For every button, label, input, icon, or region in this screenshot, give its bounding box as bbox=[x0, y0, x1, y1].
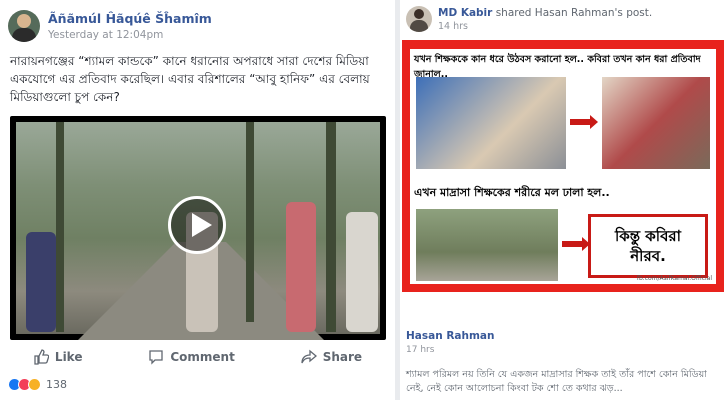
share-timestamp[interactable]: 14 hrs bbox=[438, 21, 652, 32]
sharer-name[interactable]: MD Kabir bbox=[438, 7, 492, 19]
video-player[interactable] bbox=[10, 116, 386, 340]
poster-caption-middle: এখন মাদ্রাসা শিক্ষকের শরীরে মল ঢালা হল.. bbox=[414, 186, 610, 199]
share-icon bbox=[301, 349, 317, 364]
comment-icon bbox=[149, 350, 163, 365]
arrow-icon bbox=[570, 115, 598, 129]
shared-text: shared Hasan Rahman's post. bbox=[495, 6, 653, 19]
share-button[interactable]: Share bbox=[301, 349, 362, 365]
photo-poets-protest bbox=[602, 77, 710, 169]
comment-label: Comment bbox=[170, 350, 235, 364]
reactions-summary[interactable]: 138 bbox=[8, 378, 67, 391]
arrow-icon bbox=[562, 237, 590, 251]
like-button[interactable]: Like bbox=[33, 349, 83, 365]
share-label: Share bbox=[322, 350, 363, 364]
poster-content: যখন শিক্ষককে কান ধরে উঠবস করানো হল.. কবি… bbox=[410, 49, 716, 284]
original-post-text: শ্যামল পরিমল নয় তিনি যে একজন মাদ্রাসার … bbox=[406, 369, 707, 394]
photo-madrasa-teacher bbox=[416, 209, 558, 281]
sad-reaction-icon bbox=[28, 378, 41, 391]
right-post-header: MD Kabir shared Hasan Rahman's post. 14 … bbox=[406, 6, 652, 32]
like-label: Like bbox=[54, 350, 83, 364]
reaction-count: 138 bbox=[46, 378, 67, 391]
post-actions: Like Comment Share bbox=[0, 343, 395, 371]
photo-teacher-punished bbox=[416, 77, 566, 169]
sharer-avatar[interactable] bbox=[406, 6, 432, 32]
nirab-line-2: নীরব. bbox=[630, 247, 666, 265]
comment-button[interactable]: Comment bbox=[148, 349, 235, 365]
thumbs-up-icon bbox=[34, 349, 49, 365]
original-author[interactable]: Hasan Rahman bbox=[406, 330, 495, 342]
left-post: Ãñãmúl Ĥãqúê Šĥamîm Yesterday at 12:04pm… bbox=[0, 0, 395, 400]
nirab-line-1: কিন্তু কবিরা bbox=[614, 227, 682, 245]
post-timestamp[interactable]: Yesterday at 12:04pm bbox=[48, 29, 212, 41]
author-name[interactable]: Ãñãmúl Ĥãqúê Šĥamîm bbox=[48, 11, 212, 26]
poets-silent-box: কিন্তু কবিরা নীরব. bbox=[588, 214, 708, 278]
left-post-header: Ãñãmúl Ĥãqúê Šĥamîm Yesterday at 12:04pm bbox=[8, 10, 212, 42]
author-avatar[interactable] bbox=[8, 10, 40, 42]
post-text: নারায়নগঞ্জের “শ্যামল কান্ডকে” কানে ধরান… bbox=[10, 54, 370, 104]
poster-credit: fb.com/AsifKamal.Official bbox=[636, 275, 712, 282]
original-timestamp[interactable]: 17 hrs bbox=[406, 345, 495, 355]
play-icon[interactable] bbox=[168, 196, 226, 254]
shared-image[interactable]: যখন শিক্ষককে কান ধরে উঠবস করানো হল.. কবি… bbox=[402, 40, 724, 292]
original-post-header: Hasan Rahman 17 hrs bbox=[406, 330, 495, 355]
right-post: MD Kabir shared Hasan Rahman's post. 14 … bbox=[400, 0, 725, 400]
